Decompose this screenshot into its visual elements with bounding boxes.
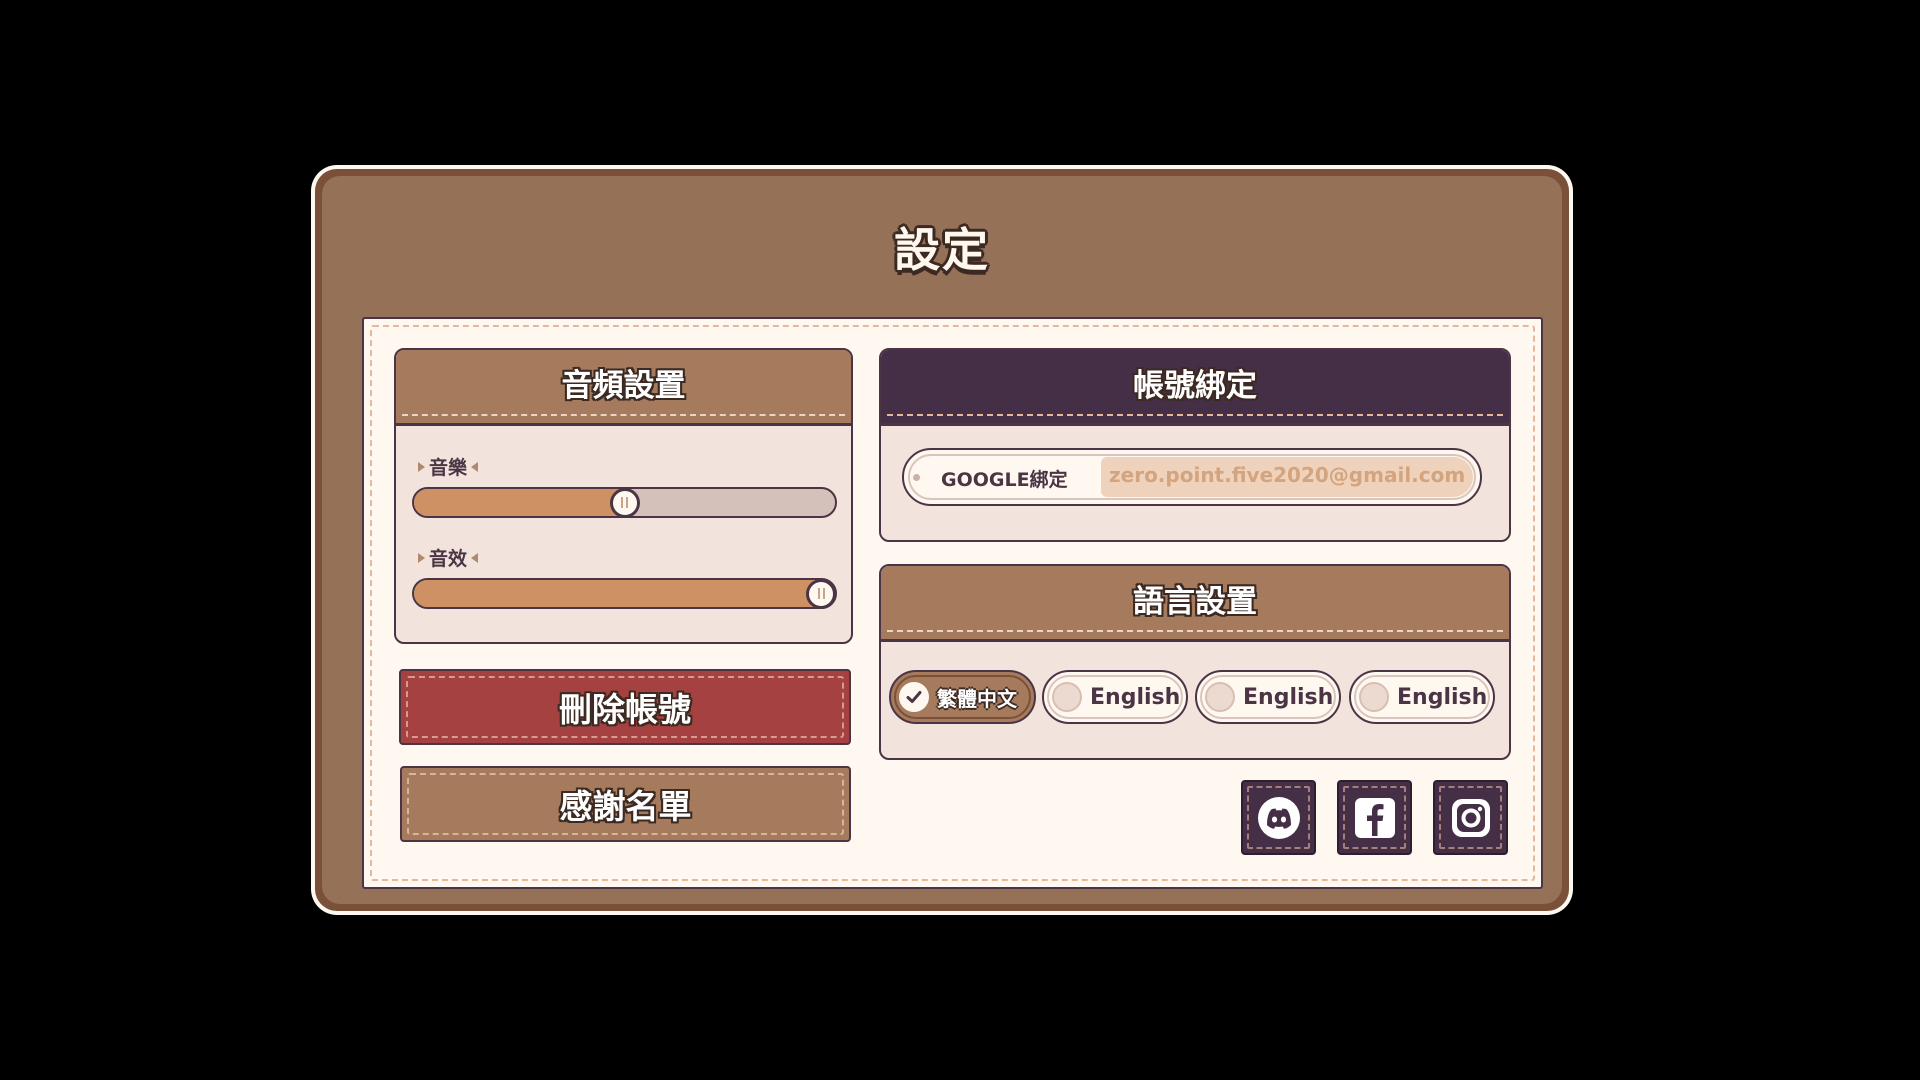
account-binding-panel: 帳號綁定 GOOGLE綁定 zero.point.five2020@gmail.… [879, 348, 1511, 542]
language-option-label: English [1397, 684, 1488, 710]
language-option-label: English [1090, 684, 1181, 710]
discord-button[interactable] [1241, 780, 1316, 855]
language-option-english-1[interactable]: English [1042, 670, 1188, 724]
settings-dialog-body: 設定 音頻設置 音樂 音效 刪除帳號 感謝名單 帳號綁定 GOOGLE綁定 ze… [322, 176, 1562, 904]
music-slider-handle[interactable] [609, 487, 640, 518]
delete-account-button[interactable]: 刪除帳號 [399, 669, 851, 745]
audio-panel-title: 音頻設置 [561, 368, 686, 404]
sfx-slider-fill [414, 580, 835, 607]
sfx-slider[interactable] [412, 578, 837, 609]
language-option-label: 繁體中文 [937, 686, 1017, 711]
sfx-label: 音效 [418, 544, 479, 571]
google-email-field[interactable]: zero.point.five2020@gmail.com [1101, 457, 1473, 497]
settings-dialog-frame: 設定 音頻設置 音樂 音效 刪除帳號 感謝名單 帳號綁定 GOOGLE綁定 ze… [315, 169, 1569, 911]
arrow-right-icon [418, 552, 425, 563]
music-label-text: 音樂 [429, 457, 468, 479]
delete-account-label: 刪除帳號 [559, 690, 691, 729]
language-option-english-3[interactable]: English [1349, 670, 1495, 724]
sfx-slider-handle[interactable] [806, 578, 836, 609]
audio-panel-header: 音頻設置 [396, 350, 851, 426]
account-panel-header: 帳號綁定 [881, 350, 1509, 426]
settings-content: 音頻設置 音樂 音效 刪除帳號 感謝名單 帳號綁定 GOOGLE綁定 zero.… [362, 317, 1543, 889]
language-option-label: English [1243, 684, 1334, 710]
radio-icon [1052, 682, 1082, 712]
music-slider[interactable] [412, 487, 837, 518]
check-icon [899, 682, 929, 712]
google-binding-row[interactable]: GOOGLE綁定 zero.point.five2020@gmail.com [902, 448, 1482, 506]
sfx-label-text: 音效 [429, 548, 468, 570]
discord-icon [1257, 796, 1300, 839]
music-label: 音樂 [418, 453, 479, 480]
settings-dialog: 設定 音頻設置 音樂 音效 刪除帳號 感謝名單 帳號綁定 GOOGLE綁定 ze… [311, 165, 1573, 915]
instagram-icon [1451, 798, 1490, 837]
google-binding-label: GOOGLE綁定 [941, 469, 1068, 491]
credits-label: 感謝名單 [559, 787, 692, 826]
account-panel-title: 帳號綁定 [1133, 368, 1257, 404]
credits-button[interactable]: 感謝名單 [400, 766, 851, 842]
arrow-left-icon [471, 552, 479, 563]
arrow-left-icon [471, 461, 479, 472]
language-settings-panel: 語言設置 繁體中文 English English English [879, 564, 1511, 760]
radio-icon [1359, 682, 1389, 712]
language-option-english-2[interactable]: English [1195, 670, 1341, 724]
bullet-icon [913, 474, 920, 481]
radio-icon [1205, 682, 1235, 712]
arrow-right-icon [418, 461, 425, 472]
facebook-icon [1354, 797, 1395, 838]
instagram-button[interactable] [1433, 780, 1508, 855]
facebook-button[interactable] [1337, 780, 1412, 855]
language-panel-header: 語言設置 [881, 566, 1509, 642]
language-option-traditional-chinese[interactable]: 繁體中文 [889, 670, 1036, 724]
audio-settings-panel: 音頻設置 音樂 音效 [394, 348, 853, 644]
language-panel-title: 語言設置 [1133, 584, 1257, 620]
dialog-title: 設定 [894, 223, 990, 277]
music-slider-fill [414, 489, 625, 516]
